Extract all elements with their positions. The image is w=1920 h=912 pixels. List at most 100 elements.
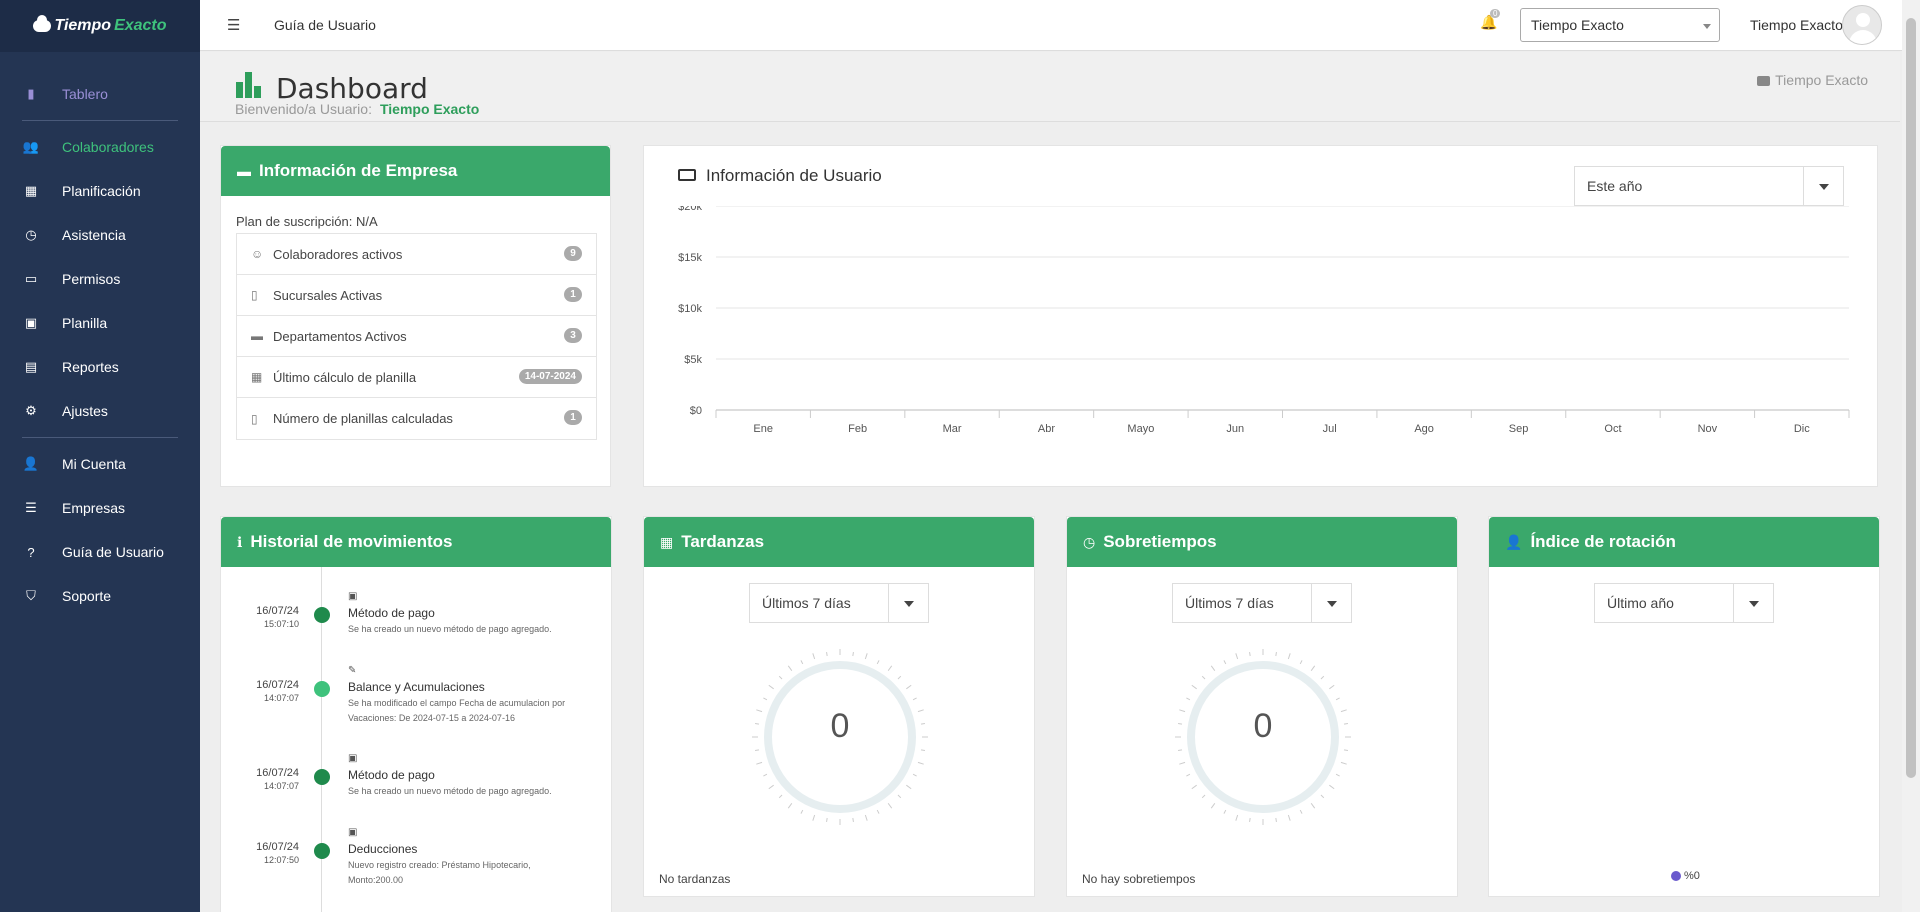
gauge-tick	[864, 814, 868, 821]
timeline-dot	[314, 769, 330, 785]
tardanzas-card: ▦ Tardanzas Últimos 7 días 0 No tardanza…	[643, 516, 1035, 897]
sidebar-item-tablero[interactable]: ▮ Tablero	[0, 72, 200, 116]
gauge-tick	[1223, 809, 1227, 814]
save-icon: ▣	[348, 827, 358, 838]
timeline-title: Método de pago	[348, 606, 435, 620]
gauge-tick	[812, 814, 816, 821]
brand-logo[interactable]: Tiempo Exacto	[0, 0, 200, 52]
gauge-tick	[1340, 761, 1347, 765]
menu-toggle-icon[interactable]: ☰	[227, 16, 257, 34]
x-tick-label: Sep	[1509, 423, 1529, 435]
gauge-tick	[1186, 697, 1191, 701]
scrollbar-thumb[interactable]	[1906, 18, 1916, 778]
sidebar-item-mi-cuenta[interactable]: 👤 Mi Cuenta	[0, 442, 200, 486]
avatar[interactable]	[1842, 5, 1882, 45]
username[interactable]: Tiempo Exacto	[1750, 17, 1843, 33]
chevron-down-icon	[1703, 24, 1711, 29]
notification-bell-icon[interactable]: 🔔 0	[1480, 9, 1501, 31]
gauge-tick	[1223, 660, 1227, 665]
timeline-desc: Se ha creado un nuevo método de pago agr…	[348, 786, 552, 796]
x-tick-label: Jul	[1323, 423, 1337, 435]
bar-chart-icon: ▮	[27, 86, 35, 101]
timeline-date: 16/07/24	[256, 767, 299, 779]
gauge-tick	[897, 675, 902, 680]
company-select[interactable]: Tiempo Exacto	[1520, 8, 1720, 42]
sidebar-item-label: Planificación	[62, 183, 141, 199]
sobretiempos-card-title: Sobretiempos	[1103, 532, 1217, 551]
user-icon: ☺	[251, 247, 264, 261]
timeline-date: 16/07/24	[256, 679, 299, 691]
page-scrollbar[interactable]	[1902, 0, 1920, 912]
gauge-tick	[763, 697, 768, 701]
chevron-down-icon[interactable]	[1803, 167, 1843, 205]
gauge-tick	[1310, 665, 1316, 671]
timeline-time: 12:07:50	[263, 855, 299, 865]
user-info-chart: $0 $5k $10k $15k $20k Ene Feb Mar Abr Mayo Jun Jul A…	[678, 206, 1850, 435]
welcome-text: Bienvenido/a Usuario: Tiempo Exacto	[235, 101, 479, 117]
sidebar-divider	[22, 120, 178, 121]
y-tick-label: $5k	[684, 354, 702, 366]
x-tick-label: Nov	[1698, 423, 1718, 435]
calendar-icon: ▦	[24, 183, 38, 198]
guide-link[interactable]: Guía de Usuario	[274, 17, 376, 33]
sidebar-item-colaboradores[interactable]: 👥 Colaboradores	[0, 125, 200, 169]
gauge-tick	[1210, 803, 1216, 809]
file-icon: ▯	[251, 411, 258, 426]
sobretiempos-period-select[interactable]: Últimos 7 días	[1172, 583, 1352, 623]
sidebar-item-asistencia[interactable]: ◷ Asistencia	[0, 213, 200, 257]
inbox-icon: ▭	[24, 271, 38, 286]
tardanzas-period-select[interactable]: Últimos 7 días	[749, 583, 929, 623]
sidebar-item-planilla[interactable]: ▣ Planilla	[0, 301, 200, 345]
chevron-down-icon[interactable]	[1311, 584, 1351, 622]
sidebar-item-guia[interactable]: ? Guía de Usuario	[0, 530, 200, 574]
gauge-tick	[1210, 665, 1216, 671]
sidebar-item-empresas[interactable]: ☰ Empresas	[0, 486, 200, 530]
y-tick-label: $0	[690, 405, 702, 417]
sidebar-item-permisos[interactable]: ▭ Permisos	[0, 257, 200, 301]
x-tick-label: Feb	[848, 423, 867, 435]
historial-card: ℹ Historial de movimientos 16/07/24 15:0…	[220, 516, 612, 912]
gauge-tick	[1249, 651, 1251, 657]
breadcrumb-label: Tiempo Exacto	[1775, 72, 1868, 88]
sidebar-item-planificacion[interactable]: ▦ Planificación	[0, 169, 200, 213]
legend-label: %0	[1684, 870, 1700, 882]
gauge-tick	[1249, 817, 1251, 823]
gauge-tick	[1235, 653, 1239, 660]
gauge-tick	[917, 761, 924, 765]
stat-label: Departamentos Activos	[273, 328, 407, 344]
sidebar-item-soporte[interactable]: ⛉ Soporte	[0, 574, 200, 618]
sidebar-item-reportes[interactable]: ▤ Reportes	[0, 345, 200, 389]
gauge-tick	[1191, 784, 1197, 790]
chevron-down-icon[interactable]	[888, 584, 928, 622]
tardanzas-card-header: ▦ Tardanzas	[644, 517, 1034, 567]
avatar-body	[1849, 30, 1877, 44]
timeline-desc: Nuevo registro creado: Préstamo Hipoteca…	[348, 860, 531, 885]
x-tick-label: Ago	[1414, 423, 1434, 435]
stat-label: Colaboradores activos	[273, 246, 403, 262]
stat-label: Último cálculo de planilla	[273, 369, 417, 385]
gauge-tick	[778, 675, 783, 680]
gauge-tick	[906, 684, 912, 690]
sidebar-item-label: Tablero	[62, 86, 108, 102]
empresa-card: ▬ Información de Empresa Plan de suscrip…	[220, 145, 611, 487]
timeline-title: Deducciones	[348, 842, 418, 856]
rotacion-legend: %0	[1671, 870, 1700, 882]
gauge-tick	[1329, 784, 1335, 790]
timeline-dot	[314, 843, 330, 859]
period-select[interactable]: Este año	[1574, 166, 1844, 206]
timeline-time: 14:07:07	[263, 693, 299, 703]
gauge-tick	[1275, 817, 1277, 823]
sidebar-item-ajustes[interactable]: ⚙ Ajustes	[0, 389, 200, 433]
chevron-down-icon[interactable]	[1733, 584, 1773, 622]
rotacion-card-title: Índice de rotación	[1530, 532, 1676, 551]
gauge-tick	[1335, 697, 1340, 701]
rotacion-period-select[interactable]: Último año	[1594, 583, 1774, 623]
gauge-tick	[887, 803, 893, 809]
info-icon: ℹ	[237, 533, 243, 550]
sidebar-divider	[22, 437, 178, 438]
period-select-value: Últimos 7 días	[1185, 595, 1274, 611]
x-tick-label: Mar	[943, 423, 962, 435]
breadcrumb[interactable]: Tiempo Exacto	[1757, 72, 1868, 88]
money-icon	[678, 169, 696, 181]
empresa-card-title: Información de Empresa	[259, 161, 458, 180]
